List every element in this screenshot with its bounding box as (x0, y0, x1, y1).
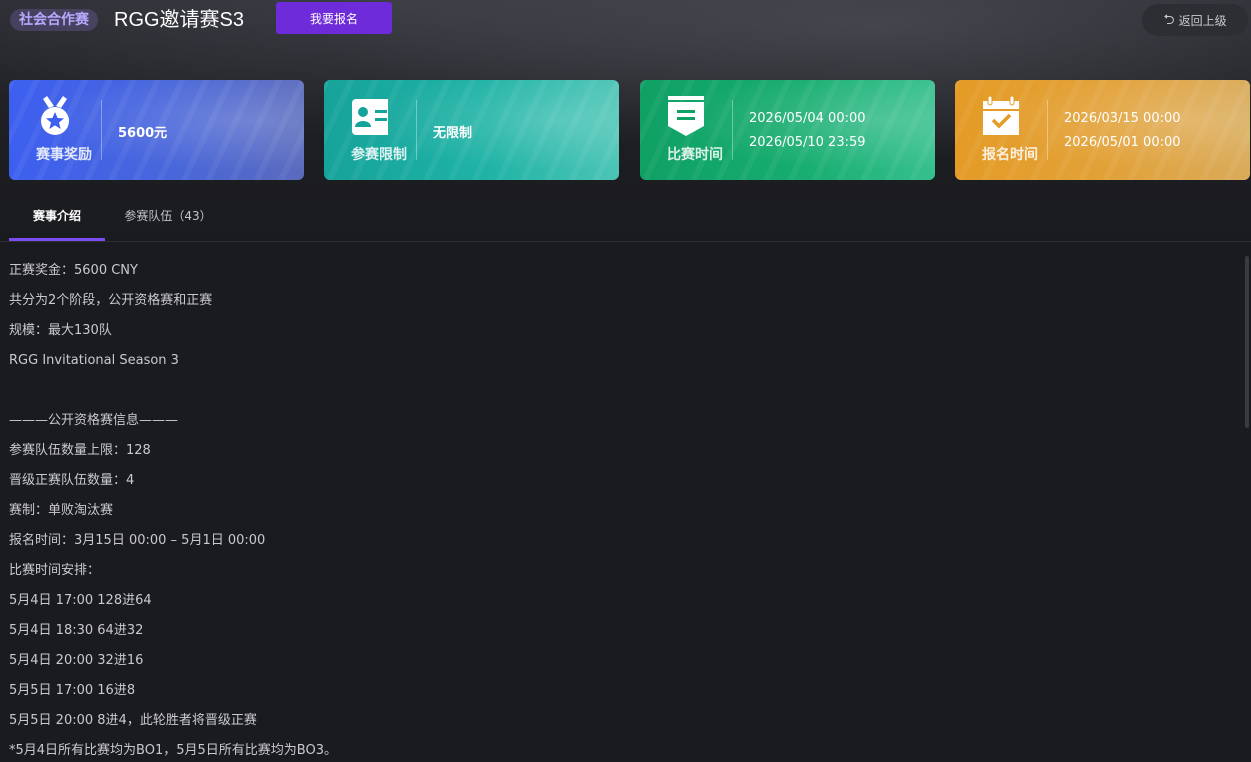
prize-card: 赛事奖励 5600元 (9, 80, 304, 180)
restriction-card-value: 无限制 (433, 126, 473, 141)
id-card-icon (352, 99, 388, 135)
category-badge: 社会合作赛 (10, 9, 98, 31)
restriction-card-label: 参赛限制 (351, 147, 407, 163)
page-header: 社会合作赛 RGG邀请赛S3 我要报名 ⮌ 返回上级 (0, 0, 1251, 40)
description-line: 规模：最大130队 (9, 323, 112, 338)
tab-teams[interactable]: 参赛队伍（43） (113, 196, 223, 241)
match-start-time: 2026/05/04 00:00 (749, 111, 866, 126)
page-title: RGG邀请赛S3 (114, 9, 245, 31)
registration-start-time: 2026/03/15 00:00 (1064, 111, 1181, 126)
return-icon: ⮌ (1163, 12, 1175, 28)
description-line: 5月4日 20:00 32进16 (9, 653, 144, 668)
tab-bar: 赛事介绍 参赛队伍（43） (0, 196, 1251, 242)
match-time-card-label: 比赛时间 (667, 147, 723, 163)
tab-event-intro[interactable]: 赛事介绍 (9, 196, 105, 241)
back-button-label: 返回上级 (1178, 13, 1227, 28)
description-line: 正赛奖金：5600 CNY (9, 263, 138, 278)
registration-time-card-label: 报名时间 (982, 147, 1038, 163)
description-line: 参赛队伍数量上限：128 (9, 443, 151, 458)
registration-end-time: 2026/05/01 00:00 (1064, 135, 1181, 150)
description-line: *5月4日所有比赛均为BO1，5月5日所有比赛均为BO3。 (9, 743, 337, 758)
description-line: 共分为2个阶段，公开资格赛和正赛 (9, 293, 213, 308)
calendar-check-icon (983, 96, 1019, 135)
description-line: 晋级正赛队伍数量：4 (9, 473, 135, 488)
description-line: 5月4日 18:30 64进32 (9, 623, 144, 638)
description-line: RGG Invitational Season 3 (9, 353, 179, 368)
prize-card-value: 5600元 (118, 126, 168, 141)
registration-time-card: 报名时间 2026/03/15 00:00 2026/05/01 00:00 (955, 80, 1250, 180)
description-line (9, 376, 1239, 406)
medal-icon (41, 96, 69, 135)
description-line: 报名时间：3月15日 00:00 – 5月1日 00:00 (9, 533, 266, 548)
restriction-card: 参赛限制 无限制 (324, 80, 619, 180)
signup-button[interactable]: 我要报名 (276, 2, 392, 34)
description-line: 5月4日 17:00 128进64 (9, 593, 152, 608)
match-time-card: 比赛时间 2026/05/04 00:00 2026/05/10 23:59 (640, 80, 935, 180)
content-scrollbar[interactable] (1245, 256, 1249, 428)
description-line: 比赛时间安排： (9, 563, 101, 578)
description-line: 赛制：单败淘汰赛 (9, 503, 114, 518)
prize-card-label: 赛事奖励 (36, 147, 92, 163)
flag-icon (668, 96, 704, 136)
description-line: 5月5日 17:00 16进8 (9, 683, 136, 698)
description-line: ———公开资格赛信息——— (9, 413, 179, 428)
back-button[interactable]: ⮌ 返回上级 (1142, 4, 1248, 36)
description-line: 5月5日 20:00 8进4，此轮胜者将晋级正赛 (9, 713, 257, 728)
event-description: 正赛奖金：5600 CNY 共分为2个阶段，公开资格赛和正赛 规模：最大130队… (9, 256, 1239, 762)
match-end-time: 2026/05/10 23:59 (749, 135, 866, 150)
